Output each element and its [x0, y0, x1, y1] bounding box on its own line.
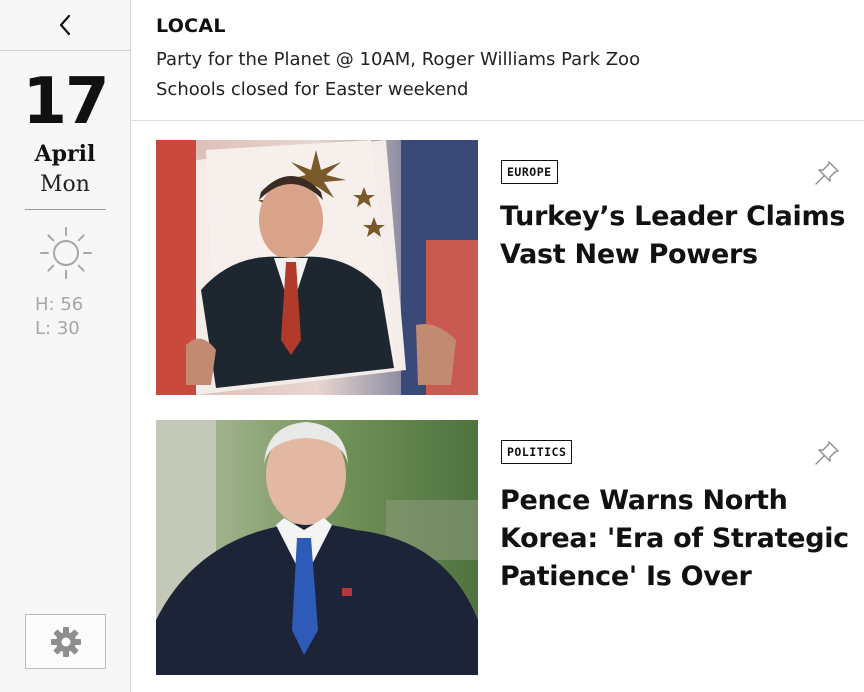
date-day: 17 — [22, 65, 109, 139]
back-button[interactable] — [0, 0, 130, 51]
article-thumbnail[interactable] — [156, 140, 478, 395]
gear-icon — [50, 626, 81, 657]
date-weekday: Mon — [40, 172, 90, 197]
sidebar-divider — [25, 209, 106, 210]
date-month: April — [34, 141, 96, 167]
section-tag[interactable]: EUROPE — [501, 160, 558, 184]
pin-icon[interactable] — [812, 158, 842, 188]
local-heading: LOCAL — [156, 15, 226, 37]
article-headline[interactable]: Turkey’s Leader Claims Vast New Powers — [500, 198, 850, 274]
sun-icon — [40, 227, 92, 279]
section-tag[interactable]: POLITICS — [501, 440, 573, 464]
local-item[interactable]: Schools closed for Easter weekend — [156, 79, 468, 100]
local-item[interactable]: Party for the Planet @ 10AM, Roger Willi… — [156, 49, 640, 70]
local-section: LOCAL Party for the Planet @ 10AM, Roger… — [131, 0, 864, 121]
pin-icon[interactable] — [812, 438, 842, 468]
article-headline[interactable]: Pence Warns North Korea: 'Era of Strateg… — [500, 482, 850, 596]
article-card[interactable]: EUROPE Turkey’s Leader Claims Vast New P… — [131, 140, 864, 396]
article-thumbnail[interactable] — [156, 420, 478, 675]
sidebar: 17 April Mon H: 56 L: 30 — [0, 0, 131, 692]
chevron-left-icon — [59, 14, 71, 36]
settings-button[interactable] — [25, 614, 106, 669]
article-card[interactable]: POLITICS Pence Warns North Korea: 'Era o… — [131, 420, 864, 676]
temp-high: H: 56 — [35, 294, 84, 315]
temp-low: L: 30 — [35, 318, 80, 339]
